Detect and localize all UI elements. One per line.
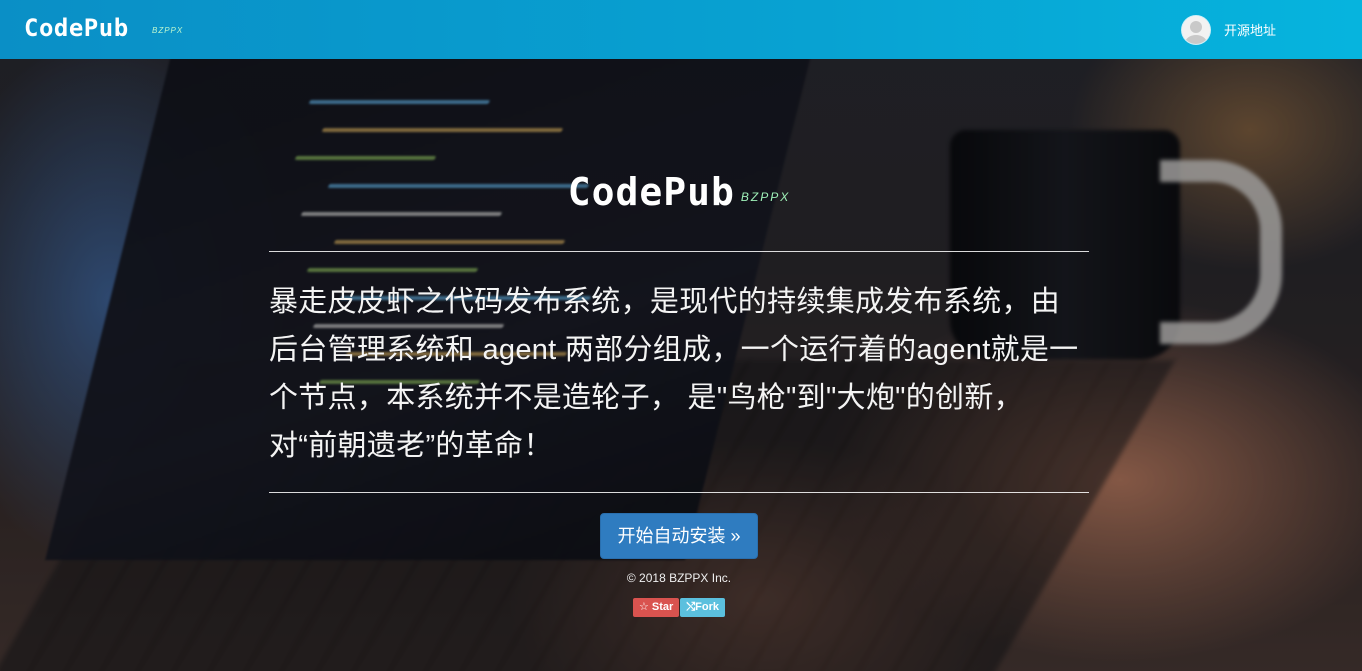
hero-brand: CodePub BZPPX — [269, 170, 1089, 230]
copyright-text: © 2018 BZPPX Inc. — [626, 571, 732, 585]
start-install-button[interactable]: 开始自动安装 » — [600, 513, 758, 559]
hero-description: 暴走皮皮虾之代码发布系统，是现代的持续集成发布系统，由后台管理系统和 agent… — [269, 286, 1079, 462]
cta-wrapper: 开始自动安装 » — [269, 513, 1089, 559]
navbar-brand[interactable]: CodePub — [24, 14, 129, 42]
open-source-link[interactable]: 开源地址 — [1224, 20, 1276, 39]
hero-section: CodePub BZPPX 暴走皮皮虾之代码发布系统，是现代的持续集成发布系统，由… — [269, 170, 1089, 617]
divider-top — [269, 251, 1089, 252]
divider-bottom — [269, 492, 1089, 493]
github-badges: ☆ Star ⤭Fork — [269, 597, 1089, 617]
top-navbar: CodePub BZPPX 开源地址 — [0, 0, 1362, 59]
star-badge-button[interactable]: ☆ Star — [633, 598, 680, 617]
hero-logo: CodePub — [567, 170, 735, 214]
hero-logo-sub: BZPPX — [740, 190, 791, 204]
user-avatar-icon[interactable] — [1182, 16, 1210, 44]
fork-badge-button[interactable]: ⤭Fork — [680, 598, 725, 617]
navbar-brand-sub: BZPPX — [152, 26, 184, 35]
